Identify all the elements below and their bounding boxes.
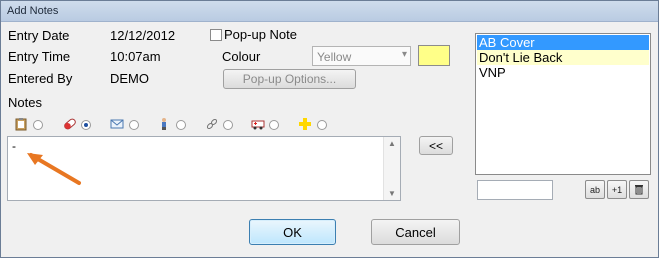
clipboard-icon bbox=[15, 118, 27, 131]
pill-icon bbox=[64, 118, 76, 130]
list-item[interactable]: AB Cover bbox=[477, 35, 649, 50]
move-to-notes-button[interactable]: << bbox=[419, 136, 453, 155]
note-type-radio-person[interactable] bbox=[176, 120, 186, 130]
notes-text: - bbox=[12, 139, 16, 153]
cancel-button[interactable]: Cancel bbox=[371, 219, 460, 245]
scroll-down-icon[interactable]: ▼ bbox=[388, 189, 396, 198]
list-item[interactable]: Don't Lie Back bbox=[477, 50, 649, 65]
ok-button[interactable]: OK bbox=[249, 219, 336, 245]
list-item[interactable]: VNP bbox=[477, 65, 649, 80]
colour-label: Colour bbox=[222, 49, 261, 64]
person-icon bbox=[162, 118, 166, 130]
edit-item-icon: ab bbox=[589, 184, 600, 195]
colour-swatch[interactable] bbox=[418, 45, 450, 66]
add-notes-dialog: Add Notes Entry Date 12/12/2012 Entry Ti… bbox=[0, 0, 659, 258]
entered-by-label: Entered By bbox=[8, 71, 73, 86]
note-type-radio-link[interactable] bbox=[223, 120, 233, 130]
note-type-radio-cross[interactable] bbox=[317, 120, 327, 130]
annotation-arrow bbox=[27, 153, 81, 185]
list-item-label: Don't Lie Back bbox=[479, 50, 563, 65]
window-title: Add Notes bbox=[7, 5, 59, 17]
popup-options-button[interactable]: Pop-up Options... bbox=[223, 69, 356, 89]
add-item-button[interactable]: +1 bbox=[607, 180, 627, 199]
trash-icon bbox=[635, 185, 643, 195]
ambulance-icon bbox=[251, 120, 265, 130]
note-type-radio-ambulance[interactable] bbox=[269, 120, 279, 130]
notes-label: Notes bbox=[8, 95, 42, 110]
notes-scrollbar[interactable]: ▲ ▼ bbox=[383, 137, 400, 200]
link-icon bbox=[206, 118, 218, 130]
scroll-up-icon[interactable]: ▲ bbox=[388, 139, 396, 148]
envelope-icon bbox=[110, 119, 124, 129]
entry-date-label: Entry Date bbox=[8, 28, 70, 43]
title-bar: Add Notes bbox=[1, 1, 658, 22]
note-type-radio-clipboard[interactable] bbox=[33, 120, 43, 130]
new-item-input[interactable] bbox=[477, 180, 553, 200]
colour-select-value: Yellow bbox=[317, 50, 352, 64]
preset-notes-list[interactable]: AB Cover Don't Lie Back VNP bbox=[475, 33, 651, 175]
popup-note-checkbox[interactable] bbox=[210, 29, 222, 41]
entry-time-label: Entry Time bbox=[8, 49, 71, 64]
add-item-icon: +1 bbox=[611, 184, 623, 195]
list-item-label: VNP bbox=[479, 65, 506, 80]
entered-by-value: DEMO bbox=[110, 71, 149, 86]
entry-time-value: 10:07am bbox=[110, 49, 161, 64]
popup-note-label: Pop-up Note bbox=[224, 27, 297, 42]
entry-date-value: 12/12/2012 bbox=[110, 28, 176, 43]
note-type-radio-pill[interactable] bbox=[81, 120, 91, 130]
delete-item-button[interactable] bbox=[629, 180, 649, 199]
note-type-radio-envelope[interactable] bbox=[129, 120, 139, 130]
list-item-label: AB Cover bbox=[479, 35, 535, 50]
cross-icon bbox=[299, 118, 311, 130]
edit-item-button[interactable]: ab bbox=[585, 180, 605, 199]
chevron-down-icon: ▾ bbox=[401, 49, 407, 60]
colour-select[interactable]: Yellow ▾ bbox=[312, 46, 411, 66]
